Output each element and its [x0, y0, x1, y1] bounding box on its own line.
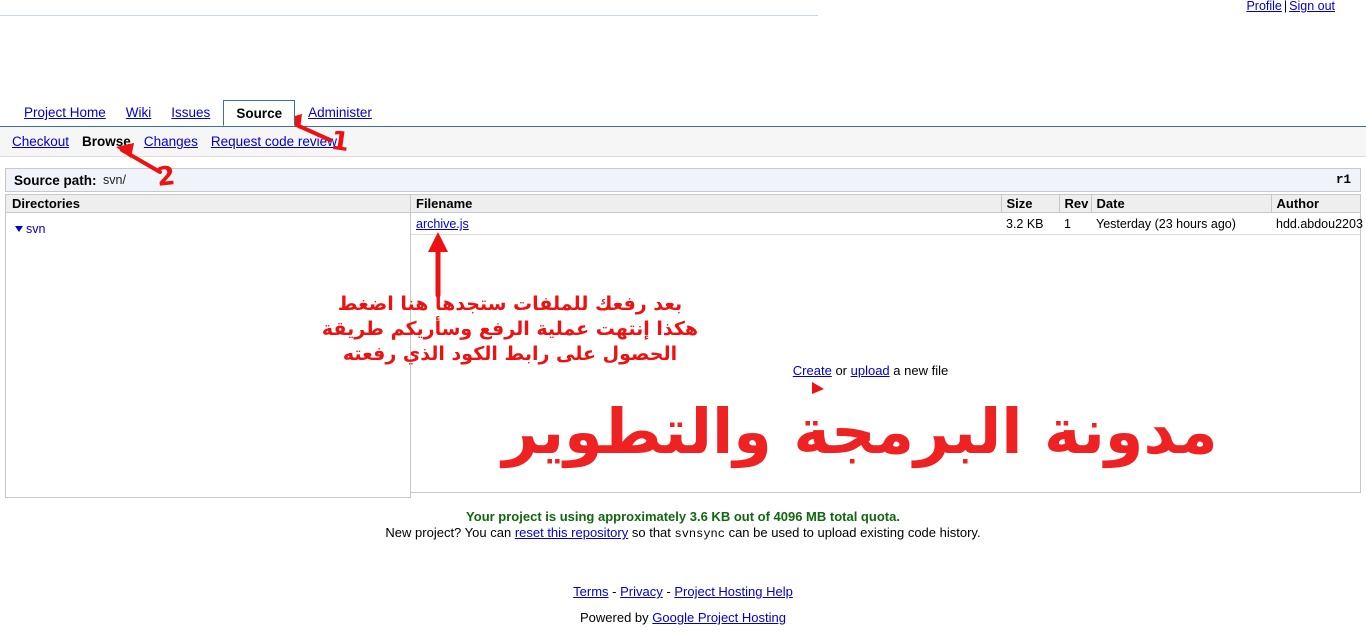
tab-source[interactable]: Source	[223, 100, 296, 126]
new-project-hint: New project? You can reset this reposito…	[0, 525, 1366, 541]
new-project-middle: so that	[631, 525, 671, 540]
file-list-table: Filename Size Rev Date Author archive.js…	[411, 194, 1363, 235]
annotation-arabic-instructions: بعد رفعك للملفات ستجدها هنا اضغط هكذا إن…	[250, 292, 770, 367]
terms-link[interactable]: Terms	[573, 584, 608, 599]
cell-filename: archive.js	[411, 212, 1001, 235]
file-list-body: archive.js 3.2 KB 1 Yesterday (23 hours …	[411, 212, 1363, 235]
subnav-request-code-review[interactable]: Request code review	[211, 134, 337, 149]
project-hosting-help-link[interactable]: Project Hosting Help	[674, 584, 793, 599]
primary-tabs: Project Home Wiki Issues Source Administ…	[14, 99, 382, 126]
tab-issues-label[interactable]: Issues	[171, 105, 210, 120]
column-header-size[interactable]: Size	[1001, 194, 1060, 213]
tab-project-home[interactable]: Project Home	[14, 100, 116, 126]
top-strip: Profile | Sign out	[0, 0, 1366, 16]
directory-tree: svn	[6, 213, 410, 236]
privacy-link[interactable]: Privacy	[620, 584, 663, 599]
directories-header: Directories	[6, 194, 410, 213]
file-list-header-row: Filename Size Rev Date Author	[411, 194, 1360, 213]
new-project-suffix: can be used to upload existing code hist…	[728, 525, 981, 540]
column-header-rev[interactable]: Rev	[1059, 194, 1092, 213]
user-links: Profile | Sign out	[1246, 0, 1335, 13]
source-path-bar: Source path: svn/ r1	[5, 168, 1361, 192]
subnav-changes[interactable]: Changes	[144, 134, 198, 149]
sign-out-link[interactable]: Sign out	[1289, 0, 1335, 13]
annotation-watermark: مدونة البرمجة والتطوير	[502, 395, 1218, 468]
table-row[interactable]: archive.js 3.2 KB 1 Yesterday (23 hours …	[411, 212, 1363, 235]
tab-issues[interactable]: Issues	[161, 100, 220, 126]
file-list-head: Filename Size Rev Date Author	[411, 194, 1360, 213]
profile-link[interactable]: Profile	[1246, 0, 1281, 13]
quota-status: Your project is using approximately 3.6 …	[466, 509, 900, 524]
source-path-label: Source path:	[14, 173, 97, 188]
powered-by-prefix: Powered by	[580, 610, 649, 625]
cell-rev: 1	[1059, 212, 1091, 235]
file-link-archive-js[interactable]: archive.js	[416, 217, 469, 231]
tab-administer[interactable]: Administer	[298, 100, 382, 126]
cell-date: Yesterday (23 hours ago)	[1091, 212, 1271, 235]
create-line-or: or	[835, 363, 847, 378]
reset-repository-link[interactable]: reset this repository	[515, 525, 628, 540]
primary-tab-bar: Project Home Wiki Issues Source Administ…	[0, 100, 1366, 127]
footer-links: Terms - Privacy - Project Hosting Help	[0, 584, 1366, 599]
column-header-filename[interactable]: Filename	[411, 194, 1002, 213]
footer-dash-2: -	[666, 584, 671, 599]
footer-dash-1: -	[612, 584, 617, 599]
subnav-checkout[interactable]: Checkout	[12, 134, 69, 149]
cell-size: 3.2 KB	[1001, 212, 1059, 235]
tree-item-svn[interactable]: svn	[15, 222, 410, 236]
google-project-hosting-link[interactable]: Google Project Hosting	[652, 610, 786, 625]
annotation-arabic-line-2: هكذا إنتهت عملية الرفع وسأريكم طريقة	[321, 318, 699, 340]
subnav-browse[interactable]: Browse	[82, 134, 131, 149]
tab-wiki[interactable]: Wiki	[116, 100, 162, 126]
cell-author: hdd.abdou2203	[1271, 212, 1363, 235]
annotation-arabic-line-1: بعد رفعك للملفات ستجدها هنا اضغط	[337, 293, 683, 315]
svnsync-code: svnsync	[674, 527, 725, 541]
tab-project-home-label[interactable]: Project Home	[24, 105, 106, 120]
source-path-value[interactable]: svn/	[103, 173, 126, 187]
upload-file-link[interactable]: upload	[851, 363, 890, 378]
annotation-arabic-line-3: الحصول على رابط الكود الذي رفعته	[342, 343, 678, 365]
column-header-author[interactable]: Author	[1271, 194, 1360, 213]
create-file-link[interactable]: Create	[793, 363, 832, 378]
source-sub-nav-items: Checkout Browse Changes Request code rev…	[12, 134, 337, 149]
userbar-separator: |	[1283, 0, 1288, 13]
tab-wiki-label[interactable]: Wiki	[126, 105, 152, 120]
new-project-prefix: New project? You can	[385, 525, 512, 540]
revision-label: r1	[1335, 173, 1351, 187]
chevron-down-icon[interactable]	[15, 226, 23, 232]
column-header-date[interactable]: Date	[1091, 194, 1272, 213]
source-sub-navigation: Checkout Browse Changes Request code rev…	[0, 127, 1366, 157]
create-line-suffix: a new file	[893, 363, 949, 378]
header-divider	[0, 15, 818, 16]
tree-item-svn-label[interactable]: svn	[26, 222, 45, 236]
tab-administer-label[interactable]: Administer	[308, 105, 372, 120]
powered-by: Powered by Google Project Hosting	[0, 610, 1366, 625]
